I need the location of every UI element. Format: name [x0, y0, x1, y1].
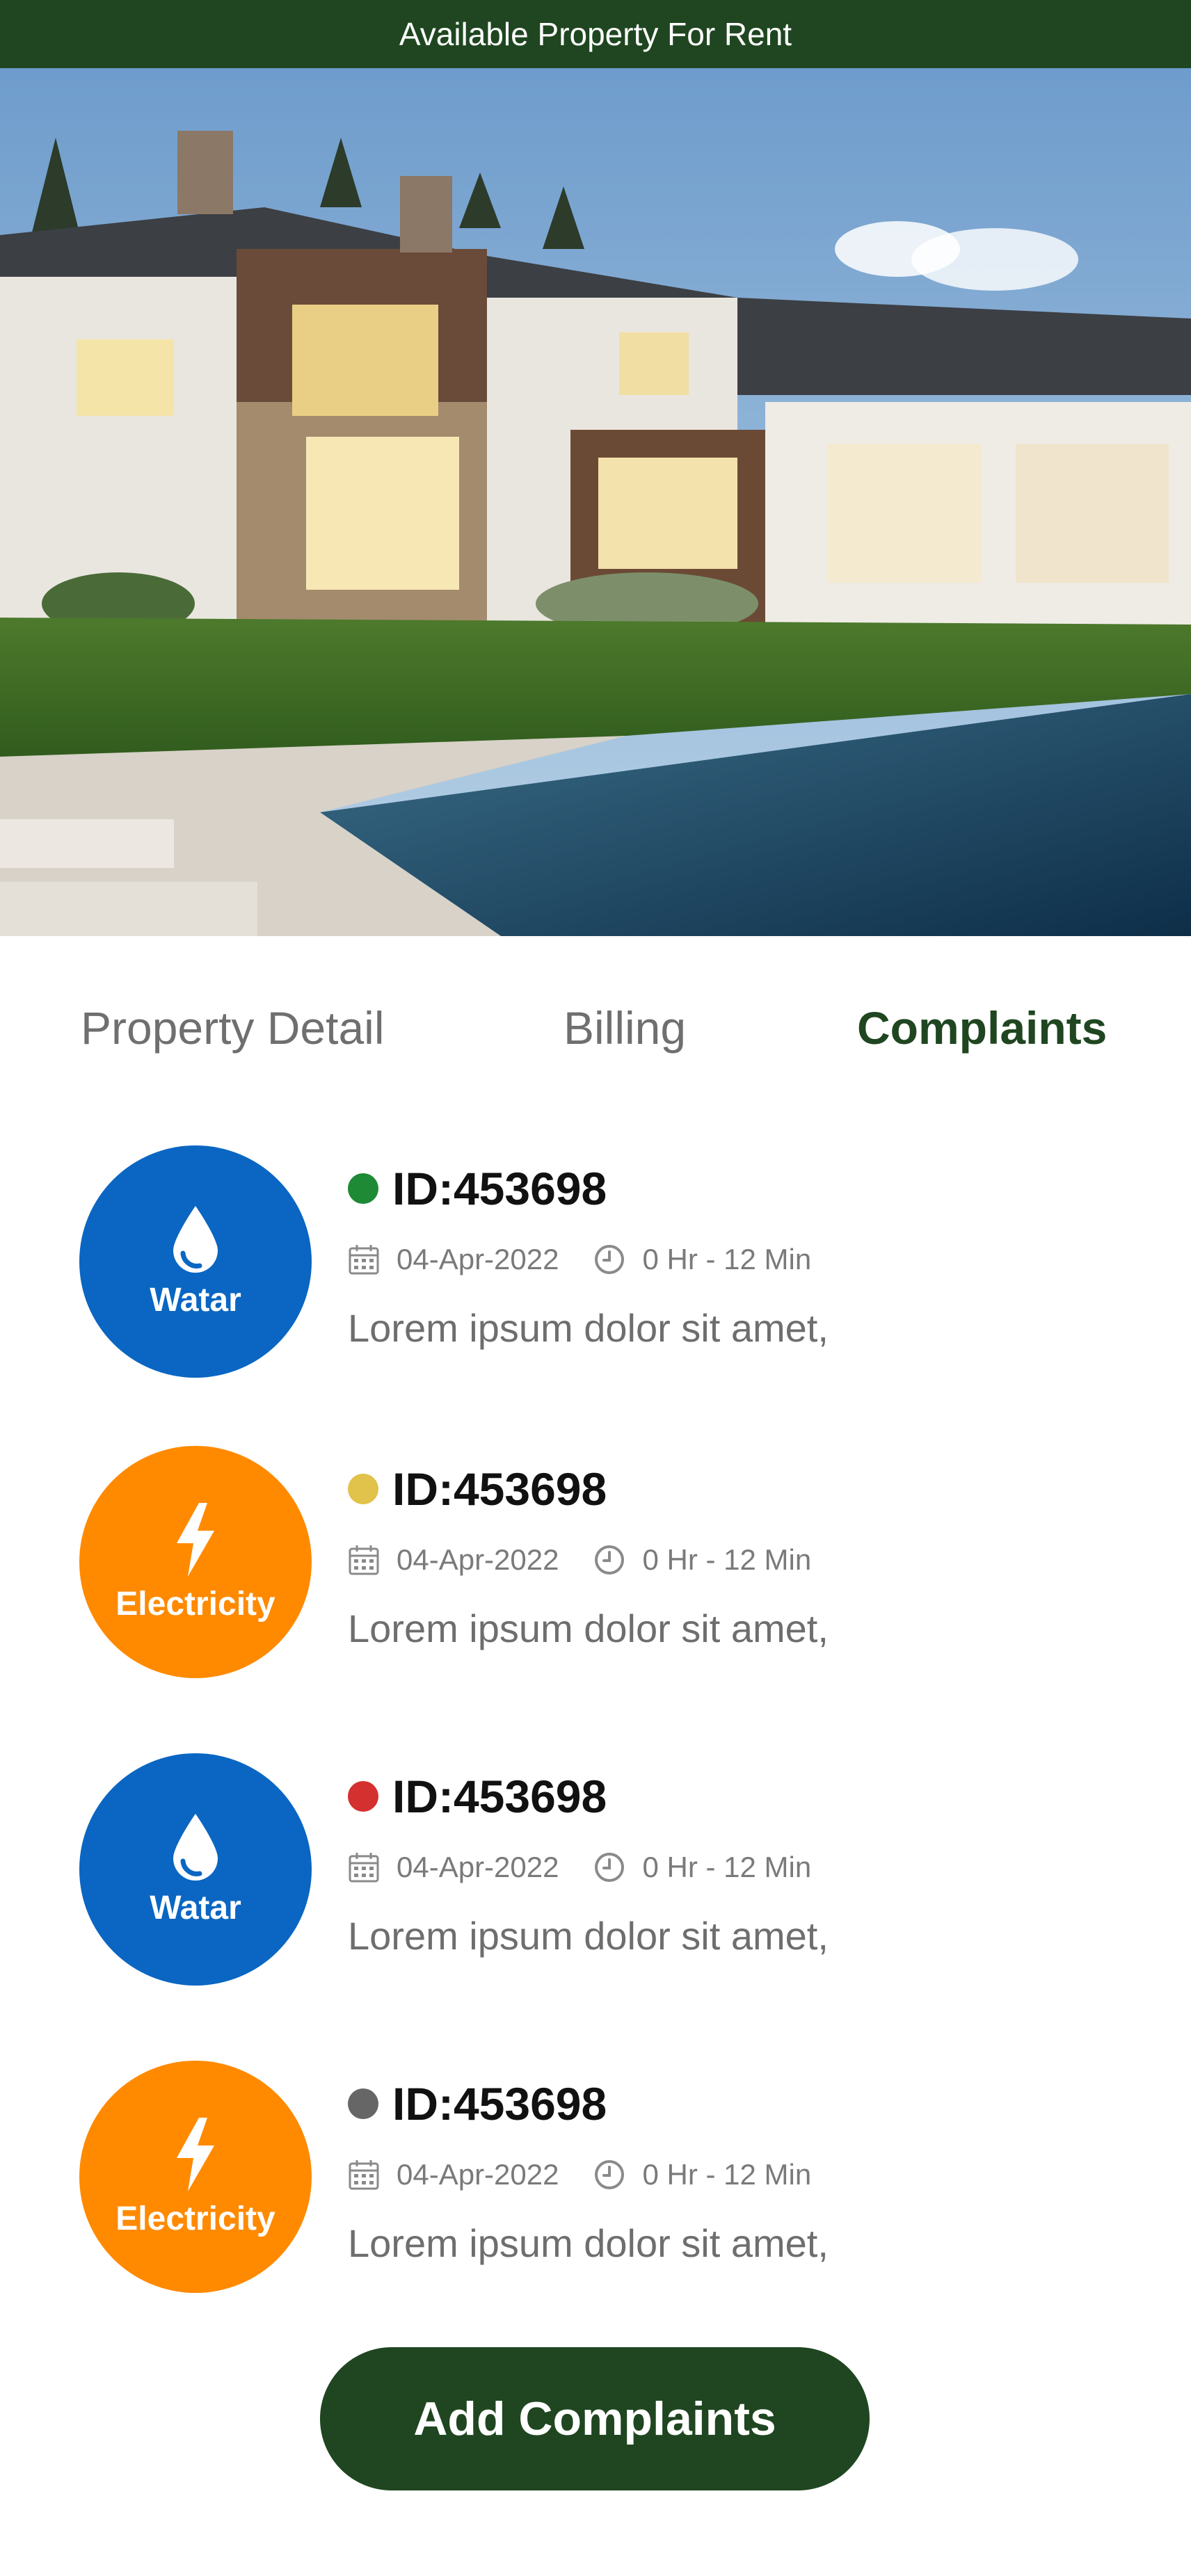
complaint-description: Lorem ipsum dolor sit amet, [348, 1306, 829, 1350]
category-label: Electricity [115, 2200, 275, 2237]
complaint-duration: 0 Hr - 12 Min [642, 2158, 812, 2191]
complaint-item[interactable]: Watar ID:453698 04-Apr-2022 0 Hr - 12 Mi… [0, 1145, 1191, 1382]
calendar-icon [348, 1851, 380, 1883]
clock-icon [593, 1243, 625, 1275]
status-dot [348, 1173, 378, 1204]
calendar-icon [348, 1243, 380, 1275]
complaint-date: 04-Apr-2022 [397, 1543, 559, 1576]
clock-icon [593, 1544, 625, 1576]
status-dot [348, 2088, 378, 2119]
complaint-id: ID:453698 [392, 1463, 607, 1515]
complaint-duration: 0 Hr - 12 Min [642, 1851, 812, 1883]
complaint-duration: 0 Hr - 12 Min [642, 1243, 812, 1275]
lightning-bolt-icon [171, 1502, 220, 1578]
header-title: Available Property For Rent [399, 16, 792, 52]
complaint-description: Lorem ipsum dolor sit amet, [348, 1607, 829, 1650]
add-complaints-button[interactable]: Add Complaints [320, 2347, 870, 2490]
complaint-item[interactable]: Watar ID:453698 04-Apr-2022 0 Hr - 12 Mi… [0, 1753, 1191, 1990]
category-label: Electricity [115, 1585, 275, 1623]
category-label: Watar [150, 1889, 241, 1926]
status-dot [348, 1474, 378, 1504]
property-photo [0, 68, 1191, 936]
lightning-bolt-icon [171, 2116, 220, 2193]
complaint-id: ID:453698 [392, 2078, 607, 2130]
category-badge: Electricity [79, 2061, 312, 2293]
category-badge: Watar [79, 1753, 312, 1986]
complaint-date: 04-Apr-2022 [397, 1851, 559, 1883]
tab-bar: Property Detail Billing Complaints [0, 1001, 1191, 1071]
complaint-id: ID:453698 [392, 1163, 607, 1214]
complaint-item[interactable]: Electricity ID:453698 04-Apr-2022 0 Hr -… [0, 2061, 1191, 2297]
complaint-id: ID:453698 [392, 1771, 607, 1822]
clock-icon [593, 1851, 625, 1883]
complaint-duration: 0 Hr - 12 Min [642, 1543, 812, 1576]
water-drop-icon [168, 1205, 223, 1274]
calendar-icon [348, 2159, 380, 2191]
app-header: Available Property For Rent [0, 0, 1191, 68]
status-dot [348, 1781, 378, 1812]
complaint-date: 04-Apr-2022 [397, 1243, 559, 1275]
complaint-date: 04-Apr-2022 [397, 2158, 559, 2191]
category-label: Watar [150, 1281, 241, 1319]
tab-billing[interactable]: Billing [563, 1001, 686, 1054]
complaint-description: Lorem ipsum dolor sit amet, [348, 1914, 829, 1958]
calendar-icon [348, 1544, 380, 1576]
water-drop-icon [168, 1812, 223, 1882]
complaint-description: Lorem ipsum dolor sit amet, [348, 2221, 829, 2265]
complaint-item[interactable]: Electricity ID:453698 04-Apr-2022 0 Hr -… [0, 1446, 1191, 1682]
tab-property-detail[interactable]: Property Detail [81, 1001, 385, 1054]
clock-icon [593, 2159, 625, 2191]
tab-complaints[interactable]: Complaints [857, 1001, 1107, 1054]
category-badge: Electricity [79, 1446, 312, 1678]
category-badge: Watar [79, 1145, 312, 1378]
